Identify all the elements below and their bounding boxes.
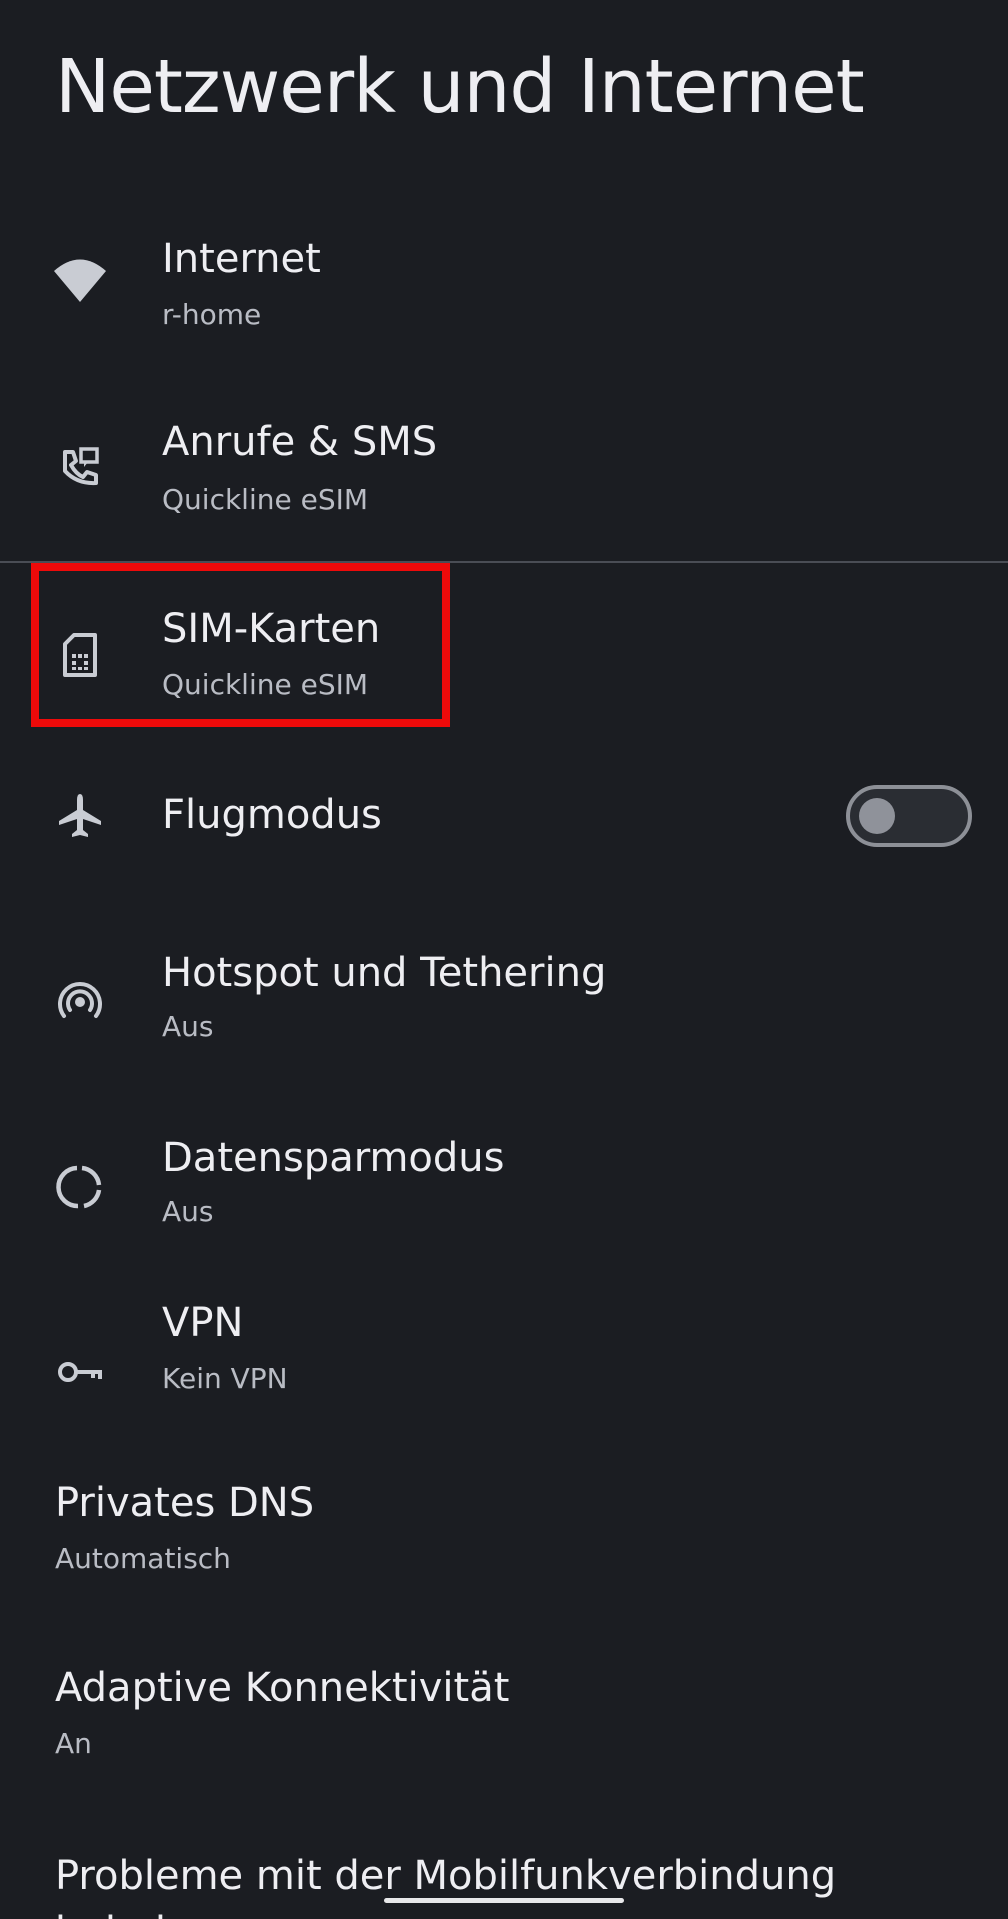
settings-screen: { "header": { "title": "Netzwerk und Int… [0,0,1008,1919]
private-dns-subtitle: Automatisch [55,1542,231,1575]
calls-sms-icon [52,439,108,495]
adaptive-connectivity-label: Adaptive Konnektivität [55,1665,510,1711]
hotspot-icon [52,974,108,1030]
private-dns-item[interactable]: Privates DNS Automatisch [0,1480,1008,1630]
airplane-mode-toggle[interactable] [846,785,972,847]
hotspot-subtitle: Aus [162,1010,214,1043]
private-dns-label: Privates DNS [55,1480,315,1526]
adaptive-connectivity-subtitle: An [55,1727,92,1760]
gesture-navigation-bar[interactable] [384,1898,624,1903]
data-saver-item[interactable]: Datensparmodus Aus [0,1135,1008,1285]
troubleshoot-mobile-item[interactable]: Probleme mit der Mobilfunkverbindung beh… [0,1848,1008,1919]
hotspot-item[interactable]: Hotspot und Tethering Aus [0,950,1008,1100]
toggle-knob [859,798,895,834]
internet-subtitle: r-home [162,298,262,331]
page-title: Netzwerk und Internet [55,44,865,130]
calls-sms-item[interactable]: Anrufe & SMS Quickline eSIM [0,395,1008,545]
highlight-box [31,563,450,727]
calls-sms-label: Anrufe & SMS [162,419,438,465]
calls-sms-subtitle: Quickline eSIM [162,483,369,516]
hotspot-label: Hotspot und Tethering [162,950,607,996]
wifi-icon [52,254,108,310]
vpn-item[interactable]: VPN Kein VPN [0,1300,1008,1470]
data-saver-subtitle: Aus [162,1195,214,1228]
vpn-subtitle: Kein VPN [162,1362,288,1395]
adaptive-connectivity-item[interactable]: Adaptive Konnektivität An [0,1665,1008,1815]
troubleshoot-mobile-label: Probleme mit der Mobilfunkverbindung beh… [55,1853,837,1919]
airplane-mode-label: Flugmodus [162,792,382,838]
internet-item[interactable]: Internet r-home [0,210,1008,360]
data-saver-label: Datensparmodus [162,1135,505,1181]
vpn-label: VPN [162,1300,244,1346]
internet-label: Internet [162,236,321,282]
airplane-icon [52,788,108,844]
data-saver-icon [52,1159,108,1215]
vpn-key-icon [52,1344,108,1400]
